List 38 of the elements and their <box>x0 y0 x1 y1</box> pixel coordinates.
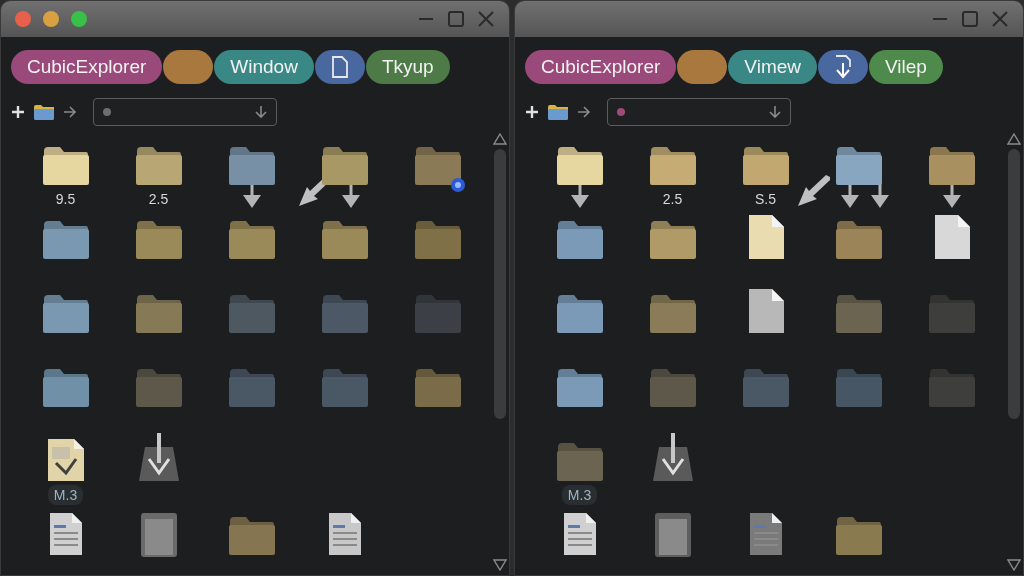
add-icon[interactable] <box>525 105 539 119</box>
folder-icon[interactable] <box>33 103 55 121</box>
caret-icon <box>768 105 782 119</box>
tab[interactable]: CubicExplorer <box>11 50 163 84</box>
file-label: 9.5 <box>55 190 76 209</box>
file-label: S.5 <box>755 190 776 209</box>
caret-icon <box>254 105 268 119</box>
file-label: 2.5 <box>662 190 683 209</box>
maximize-icon[interactable] <box>961 10 979 28</box>
add-icon[interactable] <box>11 105 25 119</box>
tab[interactable]: Window <box>214 50 314 84</box>
tab[interactable] <box>818 50 868 84</box>
forward-arrow-icon[interactable] <box>577 105 591 119</box>
scroll-up-icon[interactable] <box>1007 133 1021 145</box>
file-label: M.3 <box>561 485 598 505</box>
file-label: 2.5 <box>148 190 169 209</box>
document-icon <box>330 56 349 78</box>
download-icon <box>833 55 853 79</box>
folder-icon[interactable] <box>547 103 569 121</box>
close-icon[interactable] <box>477 10 495 28</box>
tab[interactable]: CubicExplorer <box>525 50 677 84</box>
forward-arrow-icon[interactable] <box>63 105 77 119</box>
scrollbar-thumb[interactable] <box>494 149 506 419</box>
scroll-up-icon[interactable] <box>493 133 507 145</box>
address-dropdown[interactable] <box>607 98 791 126</box>
file-label: M.3 <box>47 485 84 505</box>
tab[interactable]: Vilep <box>869 50 943 84</box>
close-icon[interactable] <box>991 10 1009 28</box>
scroll-down-icon[interactable] <box>493 559 507 571</box>
tab[interactable]: Vimew <box>728 50 817 84</box>
scrollbar-thumb[interactable] <box>1008 149 1020 419</box>
window-control-button[interactable] <box>43 11 59 27</box>
maximize-icon[interactable] <box>447 10 465 28</box>
address-dropdown[interactable] <box>93 98 277 126</box>
window-control-button[interactable] <box>71 11 87 27</box>
tab[interactable]: Tkyup <box>365 50 450 84</box>
scroll-down-icon[interactable] <box>1007 559 1021 571</box>
tab[interactable] <box>314 50 365 84</box>
